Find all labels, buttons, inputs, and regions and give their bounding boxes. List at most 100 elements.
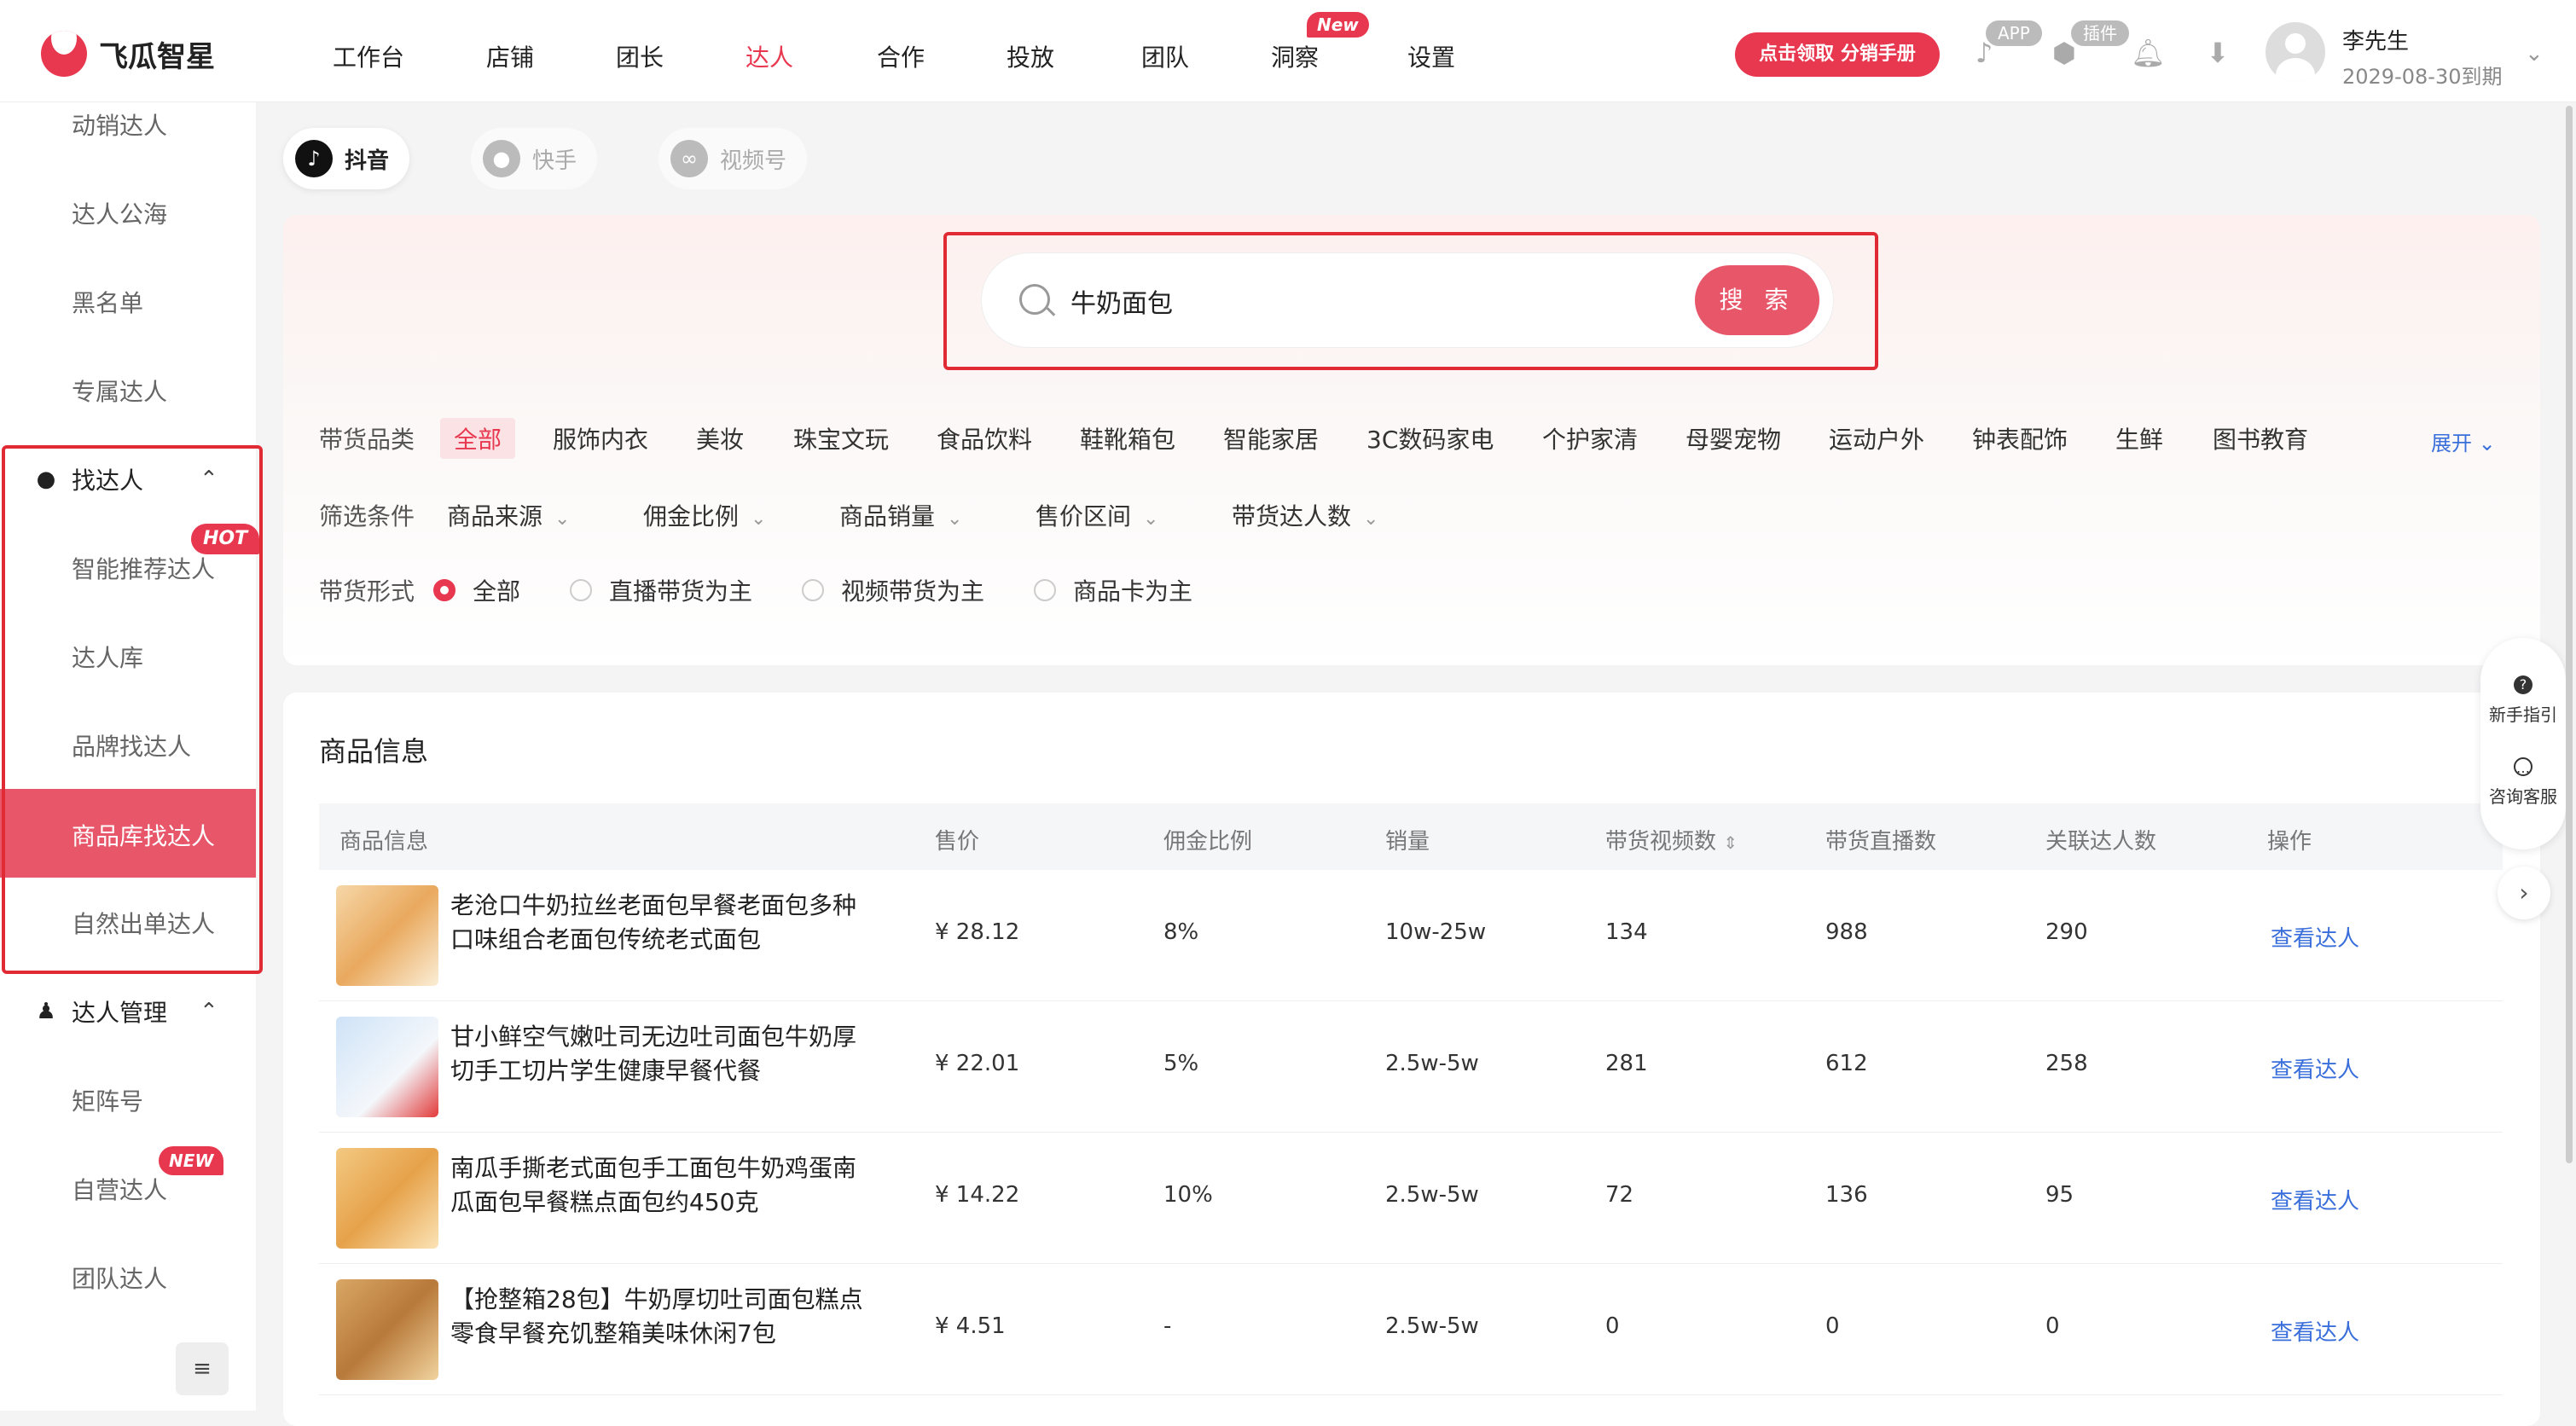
th-sales[interactable]: 销量: [1385, 824, 1430, 855]
price-cell: ¥ 14.22: [935, 1182, 1020, 1208]
view-creators-link[interactable]: 查看达人: [2271, 1315, 2359, 1347]
category-sports[interactable]: 运动户外: [1829, 421, 1924, 455]
chevron-down-icon: ⌄: [554, 508, 571, 530]
price-cell: ¥ 28.12: [935, 919, 1020, 945]
scrollbar[interactable]: [2566, 106, 2573, 1163]
expand-categories[interactable]: 展开 ⌄: [2431, 426, 2496, 456]
nav-cooperation[interactable]: 合作: [877, 39, 925, 73]
category-beauty[interactable]: 美妆: [696, 421, 744, 455]
sidebar-item-self-run[interactable]: 自营达人: [72, 1172, 167, 1206]
radio-video[interactable]: 视频带货为主: [802, 573, 984, 607]
plugin-pill[interactable]: 插件: [2071, 20, 2129, 46]
radio-all[interactable]: 全部: [433, 573, 520, 607]
filter-label: 筛选条件: [319, 502, 415, 530]
tab-video[interactable]: ∞ 视频号: [659, 128, 808, 189]
tab-douyin[interactable]: ♪ 抖音: [283, 128, 410, 189]
chevron-down-icon[interactable]: ⌄: [2525, 41, 2544, 67]
lives-cell: 988: [1825, 919, 1868, 945]
product-name[interactable]: 甘小鲜空气嫩吐司无边吐司面包牛奶厚切手工切片学生健康早餐代餐: [450, 1020, 877, 1088]
douyin-icon: ♪: [295, 140, 333, 177]
avatar[interactable]: [2266, 22, 2325, 82]
radio-live[interactable]: 直播带货为主: [570, 573, 752, 607]
product-name[interactable]: 南瓜手撕老式面包手工面包牛奶鸡蛋南瓜面包早餐糕点面包约450克: [450, 1151, 877, 1220]
view-creators-link[interactable]: 查看达人: [2271, 921, 2359, 953]
th-commission[interactable]: 佣金比例: [1163, 824, 1252, 855]
category-watches[interactable]: 钟表配饰: [1972, 421, 2068, 455]
service-button[interactable]: … 咨询客服: [2480, 757, 2566, 808]
filter-creator-count[interactable]: 带货达人数 ⌄: [1232, 498, 1378, 532]
nav-team[interactable]: 团队: [1141, 39, 1189, 73]
nav-insight[interactable]: 洞察: [1271, 39, 1319, 73]
filter-sales-label: 商品销量: [839, 502, 936, 530]
chevron-right-icon[interactable]: ›: [2498, 867, 2550, 919]
guide-button[interactable]: ? 新手指引: [2480, 675, 2566, 726]
category-3c[interactable]: 3C数码家电: [1366, 421, 1494, 455]
product-thumbnail[interactable]: [336, 885, 438, 986]
radio-card[interactable]: 商品卡为主: [1034, 573, 1192, 607]
filter-source[interactable]: 商品来源 ⌄: [447, 498, 570, 532]
category-personal-care[interactable]: 个护家清: [1542, 421, 1638, 455]
view-creators-link[interactable]: 查看达人: [2271, 1052, 2359, 1084]
expand-label: 展开: [2431, 432, 2472, 455]
th-creators[interactable]: 关联达人数: [2045, 824, 2156, 855]
product-name[interactable]: 老沧口牛奶拉丝老面包早餐老面包多种口味组合老面包传统老式面包: [450, 889, 877, 957]
sidebar-section-manage[interactable]: ♟ 达人管理 ⌃: [34, 994, 218, 1029]
question-icon: ?: [2514, 675, 2532, 694]
promo-button[interactable]: 点击领取 分销手册: [1735, 32, 1940, 77]
category-all[interactable]: 全部: [440, 418, 516, 459]
category-home[interactable]: 智能家居: [1223, 421, 1319, 455]
table-row: 老沧口牛奶拉丝老面包早餐老面包多种口味组合老面包传统老式面包 ¥ 28.12 8…: [319, 870, 2503, 1001]
product-name[interactable]: 【抢整箱28包】牛奶厚切吐司面包糕点零食早餐充饥整箱美味休闲7包: [450, 1283, 877, 1351]
category-jewelry[interactable]: 珠宝文玩: [793, 421, 889, 455]
th-price[interactable]: 售价: [935, 824, 979, 855]
videos-cell: 134: [1605, 919, 1648, 945]
category-fresh[interactable]: 生鲜: [2115, 421, 2163, 455]
table-row: 【抢整箱28包】牛奶厚切吐司面包糕点零食早餐充饥整箱美味休闲7包 ¥ 4.51 …: [319, 1264, 2503, 1395]
collapse-sidebar-icon[interactable]: ≡: [176, 1342, 229, 1395]
sidebar-item-public-pool[interactable]: 达人公海: [72, 196, 167, 230]
category-shoes[interactable]: 鞋靴箱包: [1080, 421, 1175, 455]
user-manage-icon: ♟: [36, 999, 56, 1024]
sales-cell: 2.5w-5w: [1385, 1051, 1479, 1076]
product-thumbnail[interactable]: [336, 1148, 438, 1249]
th-lives[interactable]: 带货直播数: [1825, 824, 1936, 855]
download-icon[interactable]: ⬇: [2201, 36, 2235, 70]
th-videos[interactable]: 带货视频数 ⇕: [1605, 824, 1738, 855]
nav-workbench[interactable]: 工作台: [333, 39, 404, 73]
filter-commission[interactable]: 佣金比例 ⌄: [643, 498, 766, 532]
filter-sales[interactable]: 商品销量 ⌄: [839, 498, 962, 532]
nav-settings[interactable]: 设置: [1407, 39, 1455, 73]
filter-price[interactable]: 售价区间 ⌄: [1036, 498, 1158, 532]
product-thumbnail[interactable]: [336, 1017, 438, 1117]
sidebar-item-blacklist[interactable]: 黑名单: [72, 285, 143, 319]
nav-store[interactable]: 店铺: [486, 39, 534, 73]
sort-icon[interactable]: ⇕: [1723, 832, 1738, 853]
sales-cell: 2.5w-5w: [1385, 1182, 1479, 1208]
sidebar-item-exclusive[interactable]: 专属达人: [72, 374, 167, 408]
commission-cell: -: [1163, 1313, 1172, 1339]
table-row: 甘小鲜空气嫩吐司无边吐司面包牛奶厚切手工切片学生健康早餐代餐 ¥ 22.01 5…: [319, 1001, 2503, 1133]
radio-dot: [570, 579, 592, 601]
nav-leader[interactable]: 团长: [616, 39, 664, 73]
th-action: 操作: [2267, 829, 2312, 855]
nav-ads[interactable]: 投放: [1007, 39, 1054, 73]
sidebar-item-moving[interactable]: 动销达人: [72, 107, 167, 142]
table-row: 南瓜手撕老式面包手工面包牛奶鸡蛋南瓜面包早餐糕点面包约450克 ¥ 14.22 …: [319, 1133, 2503, 1264]
bell-icon[interactable]: 🔔︎: [2131, 36, 2166, 70]
sidebar-item-matrix[interactable]: 矩阵号: [72, 1083, 143, 1117]
category-food[interactable]: 食品饮料: [937, 421, 1032, 455]
nav-creator[interactable]: 达人: [746, 39, 793, 73]
category-apparel[interactable]: 服饰内衣: [553, 421, 648, 455]
creators-cell: 95: [2045, 1182, 2074, 1208]
view-creators-link[interactable]: 查看达人: [2271, 1184, 2359, 1215]
app-pill[interactable]: APP: [1986, 20, 2042, 46]
category-baby-pet[interactable]: 母婴宠物: [1685, 421, 1781, 455]
product-thumbnail[interactable]: [336, 1279, 438, 1380]
category-books[interactable]: 图书教育: [2213, 421, 2308, 455]
tab-kuaishou[interactable]: ● 快手: [471, 128, 598, 189]
help-panel: ? 新手指引 … 咨询客服: [2480, 638, 2566, 849]
sidebar-item-team[interactable]: 团队达人: [72, 1261, 167, 1295]
brand-logo[interactable]: 飞瓜智星: [41, 31, 215, 77]
sales-cell: 2.5w-5w: [1385, 1313, 1479, 1339]
user-name[interactable]: 李先生: [2342, 24, 2409, 55]
